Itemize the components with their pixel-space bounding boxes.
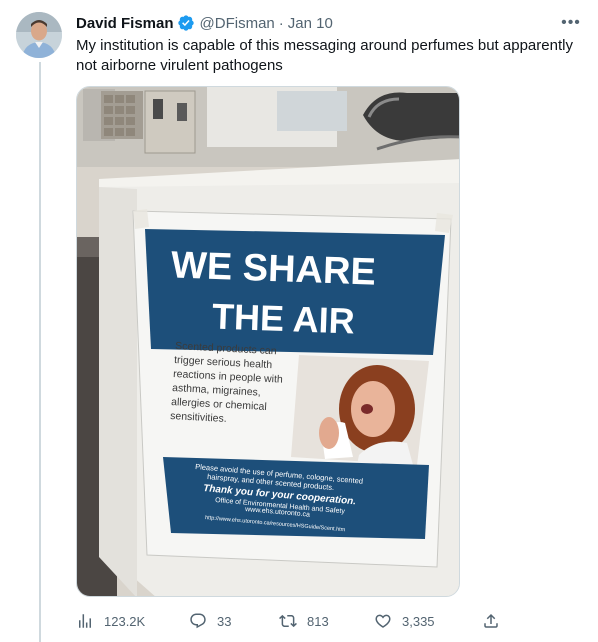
reply-count: 33 (217, 613, 232, 629)
photo-image: WE SHARE THE AIR Scented products can tr… (77, 87, 459, 596)
share-button[interactable] (482, 611, 510, 631)
more-horizontal-icon: ••• (561, 14, 581, 31)
author-avatar[interactable] (16, 12, 62, 58)
tweet-text: My institution is capable of this messag… (76, 37, 573, 74)
reply-icon (190, 613, 206, 629)
views-count: 123.2K (104, 613, 146, 629)
tweet-date[interactable]: Jan 10 (288, 15, 333, 32)
separator-dot: · (278, 14, 284, 32)
tweet-photo[interactable]: WE SHARE THE AIR Scented products can tr… (76, 86, 460, 597)
verified-badge-icon (177, 14, 195, 32)
tweet-header: David Fisman @DFisman · Jan 10 (76, 13, 333, 33)
poster-headline-1: WE SHARE (170, 244, 376, 293)
tweet-actions: 123.2K 33 813 3,335 (76, 611, 506, 631)
retweet-icon (279, 614, 297, 628)
retweet-count: 813 (307, 613, 329, 629)
share-icon (484, 613, 498, 628)
author-name[interactable]: David Fisman (76, 15, 174, 32)
views-button[interactable]: 123.2K (76, 611, 145, 631)
poster-headline-2: THE AIR (211, 296, 355, 342)
avatar-image (16, 12, 62, 58)
thread-line (39, 62, 41, 642)
retweet-button[interactable]: 813 (279, 611, 329, 631)
more-options-button[interactable]: ••• (560, 12, 582, 34)
like-count: 3,335 (402, 613, 435, 629)
views-icon (79, 614, 91, 628)
like-icon (375, 614, 391, 628)
author-handle[interactable]: @DFisman (200, 15, 275, 32)
reply-button[interactable]: 33 (189, 611, 231, 631)
sneezing-person-image (291, 355, 429, 465)
like-button[interactable]: 3,335 (374, 611, 435, 631)
